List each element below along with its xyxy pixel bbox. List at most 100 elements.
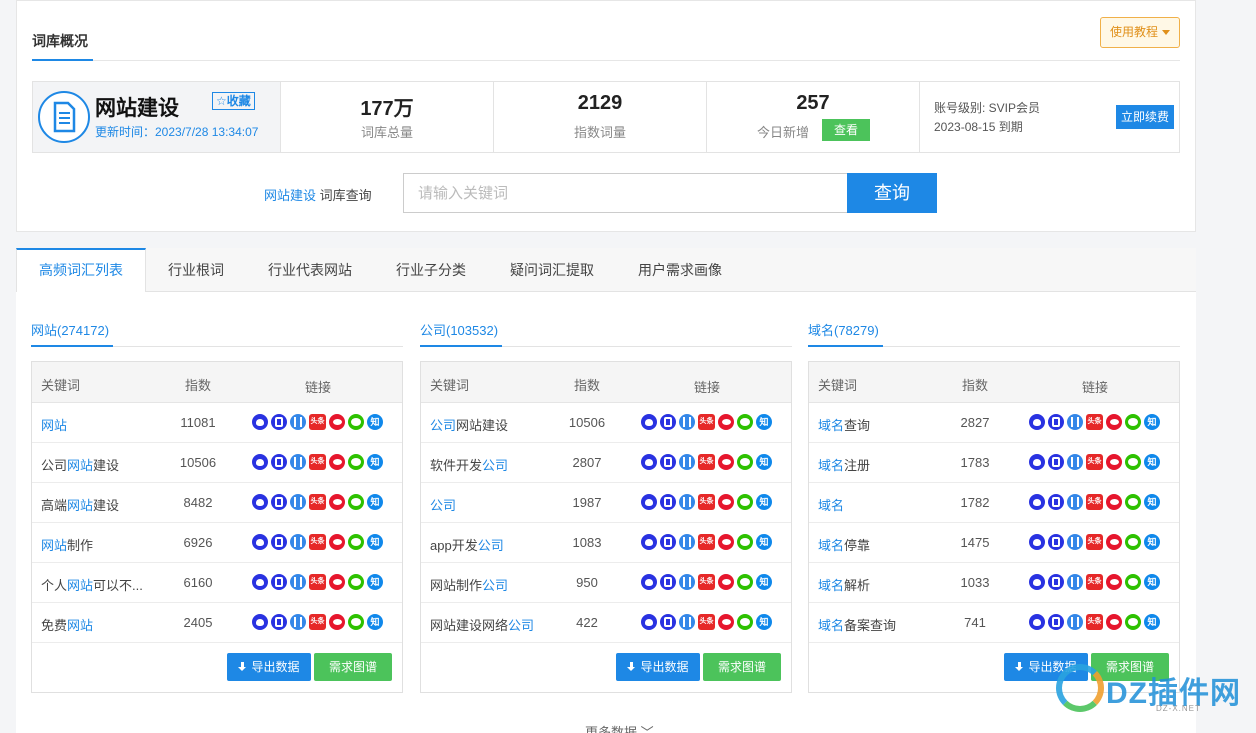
wechat-icon[interactable] (1125, 614, 1141, 630)
demand-graph-button[interactable]: 需求图谱 (703, 653, 781, 681)
sogou-icon[interactable] (660, 574, 676, 590)
baidu-icon[interactable] (1029, 454, 1045, 470)
sogou-icon[interactable] (1048, 414, 1064, 430)
shenma-icon[interactable] (1067, 494, 1083, 510)
weibo-icon[interactable] (1106, 574, 1122, 590)
toutiao-icon[interactable]: 头条 (698, 414, 715, 430)
baidu-icon[interactable] (252, 534, 268, 550)
weibo-icon[interactable] (718, 414, 734, 430)
weibo-icon[interactable] (329, 534, 345, 550)
weibo-icon[interactable] (718, 614, 734, 630)
zhihu-icon[interactable]: 知 (756, 494, 772, 510)
keyword-link[interactable]: 个人网站可以不... (41, 575, 143, 594)
keyword-link[interactable]: 域名 (818, 495, 844, 514)
sogou-icon[interactable] (1048, 454, 1064, 470)
zhihu-icon[interactable]: 知 (1144, 534, 1160, 550)
shenma-icon[interactable] (290, 574, 306, 590)
weibo-icon[interactable] (329, 494, 345, 510)
sogou-icon[interactable] (660, 414, 676, 430)
toutiao-icon[interactable]: 头条 (1086, 614, 1103, 630)
shenma-icon[interactable] (679, 454, 695, 470)
toutiao-icon[interactable]: 头条 (309, 614, 326, 630)
baidu-icon[interactable] (252, 414, 268, 430)
zhihu-icon[interactable]: 知 (367, 534, 383, 550)
zhihu-icon[interactable]: 知 (367, 574, 383, 590)
zhihu-icon[interactable]: 知 (756, 614, 772, 630)
view-button[interactable]: 查看 (822, 119, 870, 141)
zhihu-icon[interactable]: 知 (756, 414, 772, 430)
weibo-icon[interactable] (1106, 494, 1122, 510)
toutiao-icon[interactable]: 头条 (309, 494, 326, 510)
sogou-icon[interactable] (271, 614, 287, 630)
tab-user-demand[interactable]: 用户需求画像 (626, 248, 734, 292)
zhihu-icon[interactable]: 知 (1144, 574, 1160, 590)
sogou-icon[interactable] (660, 454, 676, 470)
toutiao-icon[interactable]: 头条 (698, 614, 715, 630)
shenma-icon[interactable] (1067, 574, 1083, 590)
sogou-icon[interactable] (1048, 614, 1064, 630)
wechat-icon[interactable] (737, 614, 753, 630)
toutiao-icon[interactable]: 头条 (698, 494, 715, 510)
demand-graph-button[interactable]: 需求图谱 (314, 653, 392, 681)
shenma-icon[interactable] (1067, 454, 1083, 470)
baidu-icon[interactable] (1029, 534, 1045, 550)
toutiao-icon[interactable]: 头条 (1086, 414, 1103, 430)
keyword-search-input[interactable] (403, 173, 847, 213)
shenma-icon[interactable] (290, 534, 306, 550)
weibo-icon[interactable] (329, 614, 345, 630)
baidu-icon[interactable] (252, 574, 268, 590)
keyword-link[interactable]: app开发公司 (430, 535, 504, 554)
sogou-icon[interactable] (271, 414, 287, 430)
shenma-icon[interactable] (1067, 534, 1083, 550)
shenma-icon[interactable] (679, 534, 695, 550)
weibo-icon[interactable] (1106, 414, 1122, 430)
toutiao-icon[interactable]: 头条 (309, 534, 326, 550)
weibo-icon[interactable] (1106, 614, 1122, 630)
wechat-icon[interactable] (737, 414, 753, 430)
toutiao-icon[interactable]: 头条 (698, 454, 715, 470)
keyword-link[interactable]: 高端网站建设 (41, 495, 119, 514)
weibo-icon[interactable] (329, 454, 345, 470)
wechat-icon[interactable] (1125, 574, 1141, 590)
keyword-link[interactable]: 软件开发公司 (430, 455, 508, 474)
shenma-icon[interactable] (1067, 614, 1083, 630)
toutiao-icon[interactable]: 头条 (1086, 454, 1103, 470)
shenma-icon[interactable] (290, 454, 306, 470)
zhihu-icon[interactable]: 知 (1144, 414, 1160, 430)
wechat-icon[interactable] (348, 534, 364, 550)
toutiao-icon[interactable]: 头条 (698, 574, 715, 590)
toutiao-icon[interactable]: 头条 (1086, 494, 1103, 510)
baidu-icon[interactable] (641, 534, 657, 550)
tab-root-words[interactable]: 行业根词 (156, 248, 236, 292)
wechat-icon[interactable] (737, 574, 753, 590)
weibo-icon[interactable] (329, 574, 345, 590)
weibo-icon[interactable] (1106, 454, 1122, 470)
wechat-icon[interactable] (1125, 494, 1141, 510)
shenma-icon[interactable] (679, 574, 695, 590)
zhihu-icon[interactable]: 知 (1144, 494, 1160, 510)
keyword-link[interactable]: 公司网站建设 (430, 415, 508, 434)
wechat-icon[interactable] (348, 574, 364, 590)
keyword-link[interactable]: 域名查询 (818, 415, 870, 434)
zhihu-icon[interactable]: 知 (367, 614, 383, 630)
keyword-link[interactable]: 域名停靠 (818, 535, 870, 554)
weibo-icon[interactable] (718, 574, 734, 590)
weibo-icon[interactable] (329, 414, 345, 430)
toutiao-icon[interactable]: 头条 (309, 414, 326, 430)
lexicon-link[interactable]: 网站建设 (264, 188, 316, 203)
toutiao-icon[interactable]: 头条 (309, 454, 326, 470)
weibo-icon[interactable] (1106, 534, 1122, 550)
wechat-icon[interactable] (737, 534, 753, 550)
keyword-link[interactable]: 域名注册 (818, 455, 870, 474)
zhihu-icon[interactable]: 知 (367, 454, 383, 470)
baidu-icon[interactable] (641, 574, 657, 590)
shenma-icon[interactable] (679, 494, 695, 510)
keyword-link[interactable]: 域名备案查询 (818, 615, 896, 634)
sogou-icon[interactable] (271, 534, 287, 550)
column-title[interactable]: 网站(274172) (31, 320, 109, 339)
renew-button[interactable]: 立即续费 (1116, 105, 1174, 129)
more-data-link[interactable]: 更多数据 ﹀ (585, 722, 654, 733)
weibo-icon[interactable] (718, 454, 734, 470)
toutiao-icon[interactable]: 头条 (698, 534, 715, 550)
baidu-icon[interactable] (641, 454, 657, 470)
